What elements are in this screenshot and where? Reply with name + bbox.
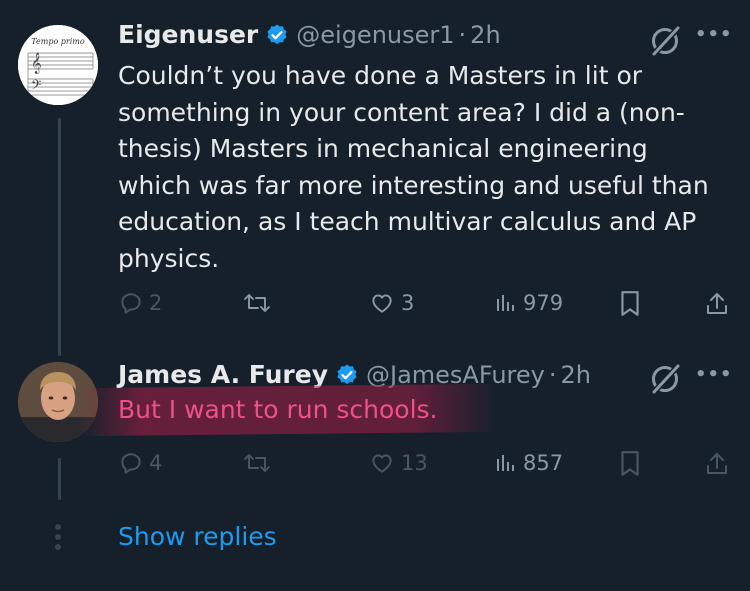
reply-button[interactable]: 2 — [118, 290, 162, 316]
bookmark-button[interactable] — [619, 290, 641, 318]
reply-button[interactable]: 4 — [118, 450, 162, 476]
verified-badge-icon — [265, 23, 289, 47]
grok-icon[interactable] — [648, 24, 682, 62]
svg-text:𝄢: 𝄢 — [31, 77, 41, 96]
body-line: thesis) Masters in mechanical engineerin… — [118, 134, 648, 163]
like-icon — [372, 454, 392, 473]
thread-line-top — [58, 118, 61, 356]
retweet-icon — [244, 294, 270, 312]
author-handle[interactable]: @eigenuser1 — [296, 21, 454, 49]
retweet-button[interactable] — [243, 290, 271, 316]
verified-badge-icon — [335, 363, 359, 387]
body-line: physics. — [118, 243, 220, 273]
share-button[interactable] — [705, 290, 729, 318]
view-count: 857 — [523, 451, 564, 475]
grok-icon[interactable] — [648, 362, 682, 400]
svg-text:𝄞: 𝄞 — [31, 53, 42, 74]
tweet1-body: Couldn’t you have done a Masters in lit … — [118, 58, 733, 277]
sheet-music-avatar-image: Tempo primo 𝄞 𝄢 — [18, 25, 98, 105]
views-button[interactable]: 979 — [494, 290, 563, 316]
avatar[interactable]: Tempo primo 𝄞 𝄢 — [18, 25, 98, 105]
show-replies-link[interactable]: Show replies — [118, 522, 277, 551]
svg-text:Tempo primo: Tempo primo — [31, 37, 85, 46]
view-count: 979 — [523, 291, 564, 315]
like-count: 3 — [401, 291, 415, 315]
reply-icon — [121, 293, 141, 314]
tweet2-body: But I want to run schools. — [118, 395, 438, 424]
reply-icon — [121, 453, 141, 474]
like-button[interactable]: 13 — [368, 450, 428, 476]
author-name[interactable]: Eigenuser — [118, 20, 258, 49]
tweet1-header: Eigenuser @eigenuser1 · 2h — [118, 20, 501, 49]
thread-dots-icon — [52, 524, 64, 554]
bookmark-icon — [621, 451, 639, 476]
thread-line-bottom — [58, 458, 61, 500]
like-icon — [372, 294, 392, 313]
body-line: Couldn’t you have done a Masters in lit … — [118, 61, 643, 90]
body-line: something in your content area? I did a … — [118, 97, 685, 127]
views-icon — [497, 455, 514, 471]
author-name[interactable]: James A. Furey — [118, 360, 328, 389]
retweet-button[interactable] — [243, 450, 271, 476]
share-icon — [707, 453, 727, 474]
more-icon[interactable]: ••• — [695, 24, 733, 45]
body-line: education, as I teach multivar calculus … — [118, 207, 697, 236]
share-button[interactable] — [705, 450, 729, 478]
separator: · — [458, 20, 467, 49]
reply-count: 2 — [149, 291, 163, 315]
reply-count: 4 — [149, 451, 163, 475]
views-button[interactable]: 857 — [494, 450, 563, 476]
bookmark-button[interactable] — [619, 450, 641, 478]
like-count: 13 — [401, 451, 428, 475]
timestamp[interactable]: 2h — [470, 21, 500, 49]
more-icon[interactable]: ••• — [695, 364, 733, 385]
timestamp[interactable]: 2h — [561, 361, 591, 389]
like-button[interactable]: 3 — [368, 290, 414, 316]
views-icon — [497, 295, 514, 311]
body-line: which was far more interesting and usefu… — [118, 170, 709, 200]
share-icon — [707, 293, 727, 314]
retweet-icon — [244, 454, 270, 472]
bookmark-icon — [621, 291, 639, 316]
separator: · — [548, 360, 557, 389]
